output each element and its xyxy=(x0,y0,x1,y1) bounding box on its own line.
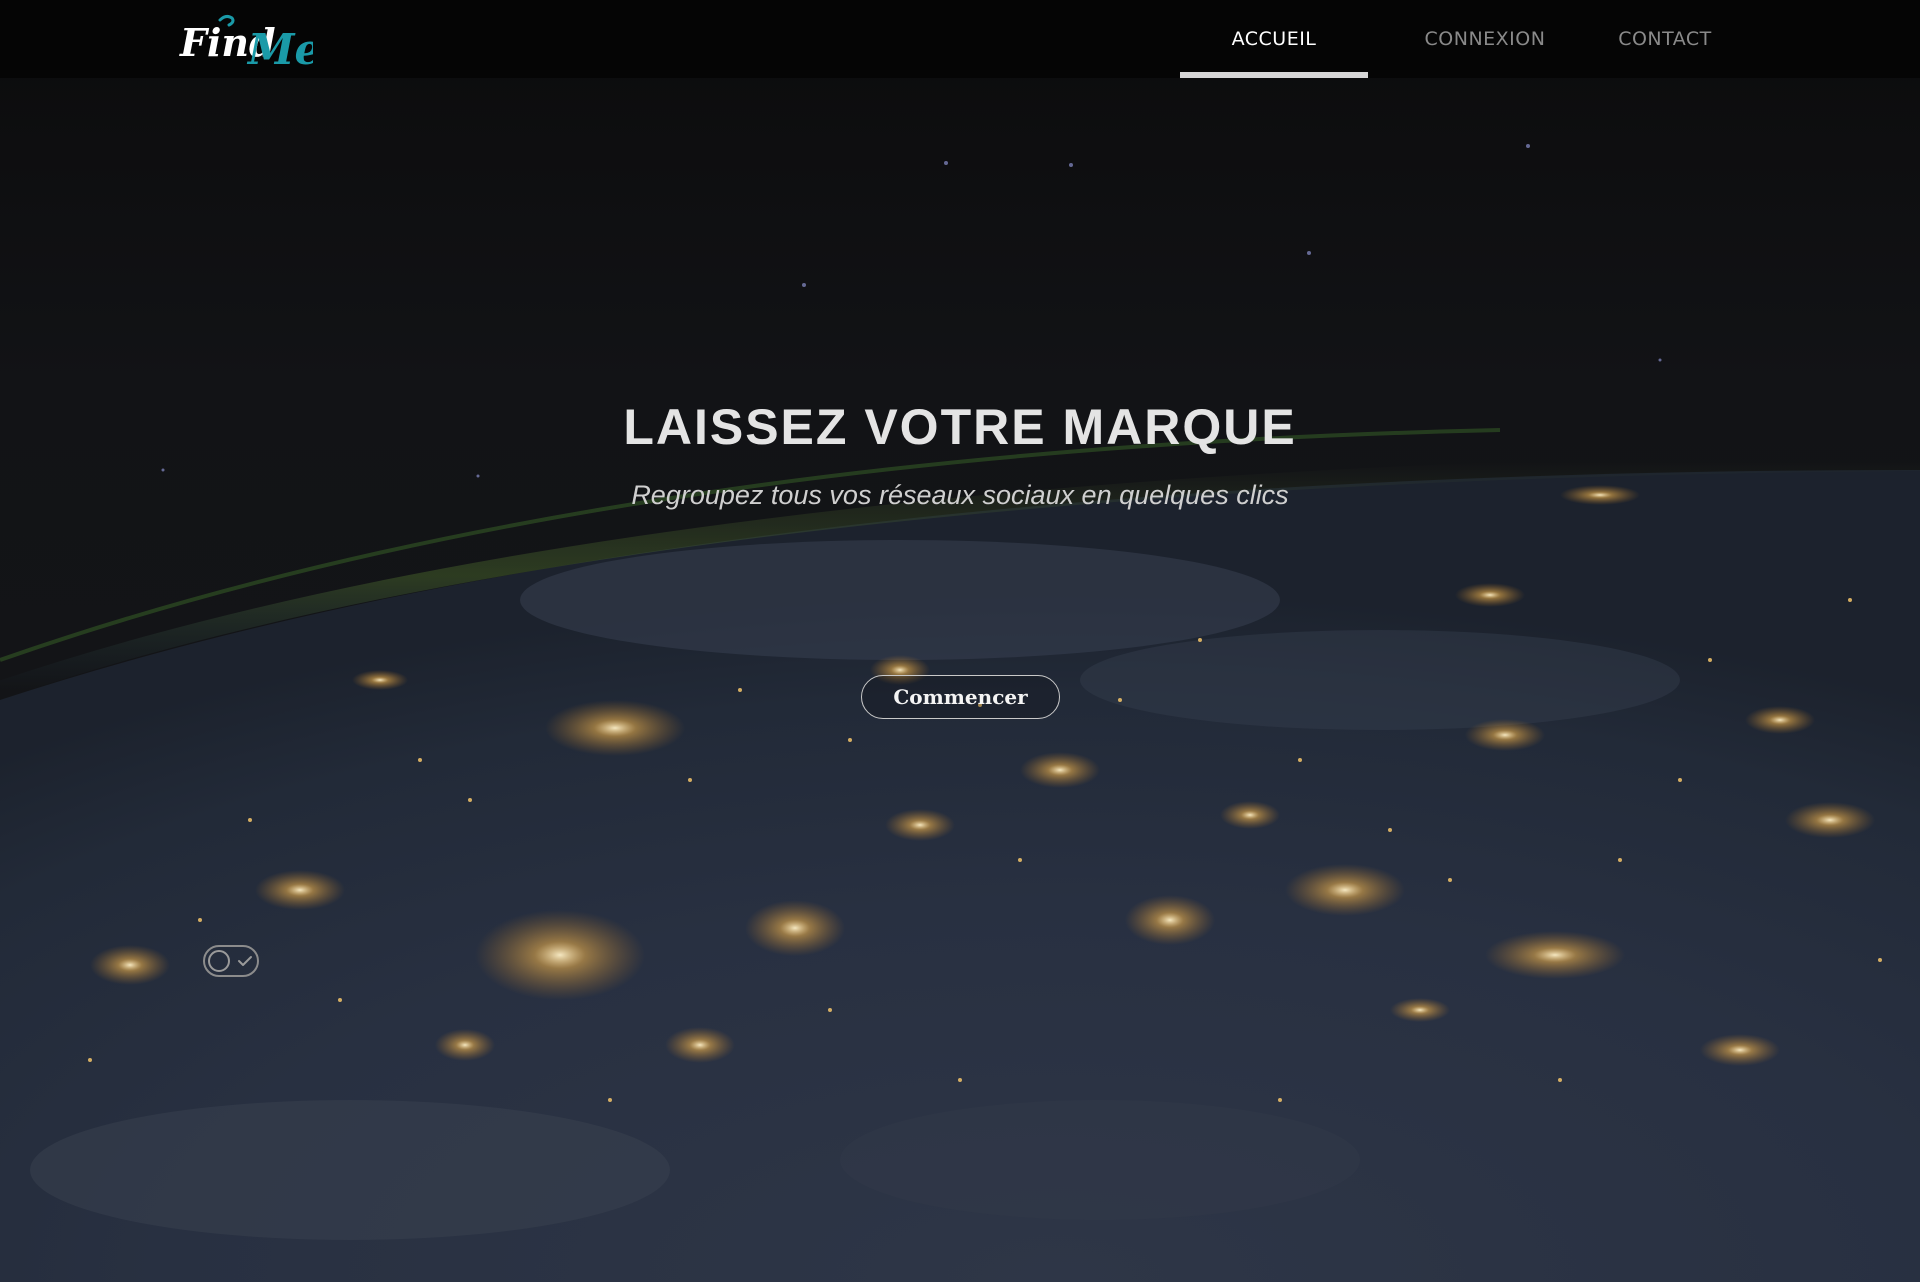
findme-logo[interactable]: Find Me xyxy=(178,10,321,74)
landing-page: Find Me ACCUEIL CONNEXION CONTACT LAISSE… xyxy=(0,0,1920,1282)
check-icon xyxy=(238,956,252,966)
commencer-button[interactable]: Commencer xyxy=(861,675,1060,719)
nav-item-accueil[interactable]: ACCUEIL xyxy=(1180,0,1368,78)
toggle-knob xyxy=(208,950,230,972)
theme-toggle[interactable] xyxy=(203,945,259,977)
nav-item-label: CONNEXION xyxy=(1424,28,1546,50)
earth-night-illustration xyxy=(0,144,1920,1282)
nav-item-label: CONTACT xyxy=(1618,28,1712,50)
findme-logo-icon: Find Me xyxy=(179,14,321,74)
active-nav-indicator xyxy=(1180,72,1368,78)
nav-links: ACCUEIL CONNEXION CONTACT xyxy=(1160,0,1920,78)
nav-item-contact[interactable]: CONTACT xyxy=(1570,0,1760,78)
top-navbar: Find Me ACCUEIL CONNEXION CONTACT xyxy=(0,0,1920,78)
svg-text:Me: Me xyxy=(246,25,313,70)
nav-item-label: ACCUEIL xyxy=(1231,28,1317,50)
hero-title: LAISSEZ VOTRE MARQUE xyxy=(623,399,1297,455)
nav-item-connexion[interactable]: CONNEXION xyxy=(1385,0,1585,78)
cta-button-label: Commencer xyxy=(893,685,1028,709)
hero-subtitle: Regroupez tous vos réseaux sociaux en qu… xyxy=(631,480,1289,510)
hero-background-image xyxy=(0,0,1920,1282)
